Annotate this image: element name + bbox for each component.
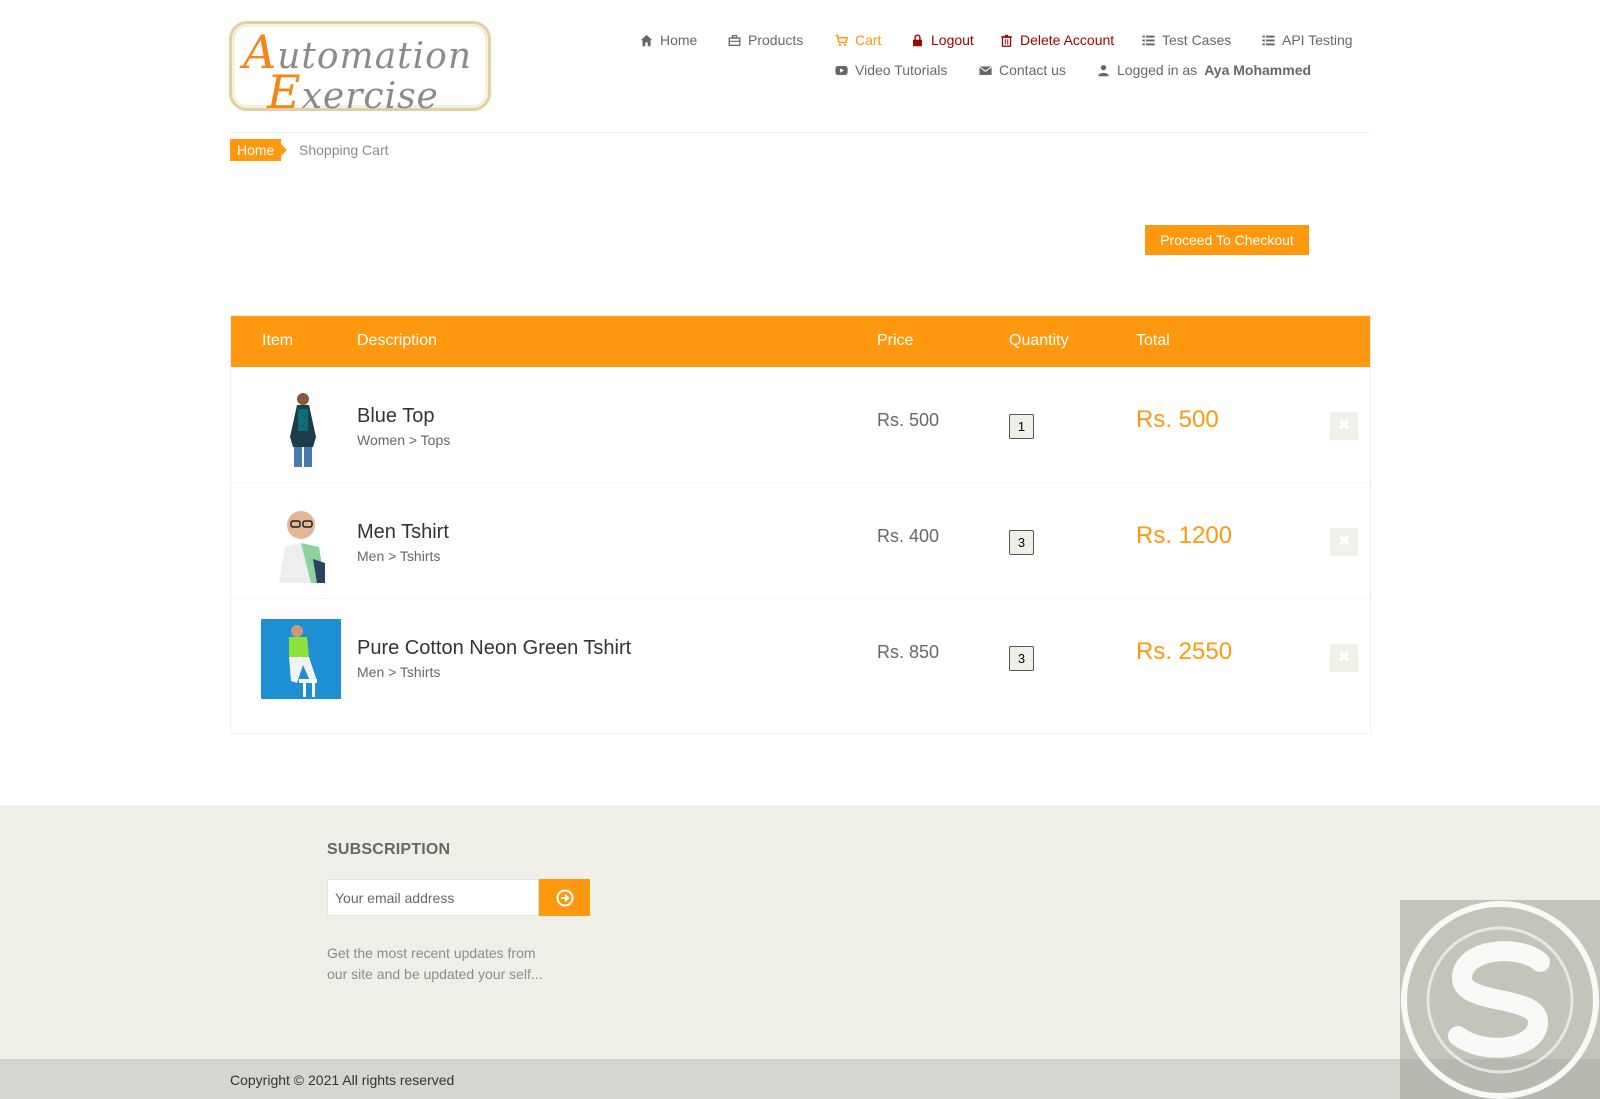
nav-video-tutorials[interactable]: Video Tutorials (835, 62, 947, 78)
product-category: Men > Tshirts (357, 548, 441, 564)
breadcrumb-home[interactable]: Home (230, 139, 288, 161)
trash-icon (1001, 34, 1012, 47)
nav-products[interactable]: Products (728, 32, 803, 48)
cart-table: Item Description Price Quantity Total Bl… (230, 315, 1371, 734)
product-image-blue-top[interactable] (261, 387, 341, 467)
product-quantity: 3 (1009, 530, 1034, 555)
logo-line-2: Exercise (267, 65, 439, 119)
list-icon (1262, 35, 1275, 45)
site-logo[interactable]: Automation Exercise (229, 21, 491, 119)
watermark-logo-icon (1401, 901, 1599, 1099)
product-category: Men > Tshirts (357, 664, 441, 680)
products-icon (728, 34, 741, 46)
header-description: Description (357, 332, 438, 349)
product-photo (261, 387, 341, 467)
nav-home[interactable]: Home (640, 32, 697, 48)
cart-row: Blue Top Women > Tops Rs. 500 1 Rs. 500 … (231, 367, 1370, 483)
x-icon: ✖ (1337, 649, 1351, 666)
product-name[interactable]: Pure Cotton Neon Green Tshirt (357, 637, 631, 660)
copyright-text: Copyright © 2021 All rights reserved (230, 1072, 455, 1088)
list-icon (1142, 35, 1155, 45)
x-icon: ✖ (1337, 417, 1351, 434)
delete-item-button[interactable]: ✖ (1330, 412, 1358, 440)
logged-in-username: Aya Mohammed (1204, 62, 1312, 78)
product-price: Rs. 500 (877, 410, 940, 430)
product-total: Rs. 1200 (1136, 522, 1233, 549)
header-divider (229, 132, 1371, 133)
product-total: Rs. 500 (1136, 406, 1219, 433)
product-photo (261, 619, 341, 699)
nav-logout[interactable]: Logout (911, 32, 974, 48)
cart-row: Pure Cotton Neon Green Tshirt Men > Tshi… (231, 599, 1370, 715)
header-item: Item (262, 332, 294, 349)
header-total: Total (1136, 332, 1170, 349)
header-quantity: Quantity (1009, 332, 1069, 349)
product-name[interactable]: Blue Top (357, 405, 434, 428)
subscribe-button[interactable] (539, 879, 590, 916)
subscription-text: Get the most recent updates from our sit… (327, 945, 543, 982)
product-photo (261, 503, 341, 583)
logged-in-status: Logged in as Aya Mohammed (1097, 62, 1311, 78)
arrow-circle-right-icon (556, 889, 573, 906)
nav-test-cases[interactable]: Test Cases (1142, 32, 1231, 48)
product-image-men-tshirt[interactable] (261, 503, 341, 583)
youtube-icon (835, 65, 848, 75)
cart-icon (835, 34, 848, 46)
subscription-email-input[interactable] (327, 879, 539, 916)
overlay-watermark (1400, 900, 1600, 1099)
cart-row: Men Tshirt Men > Tshirts Rs. 400 3 Rs. 1… (231, 483, 1370, 599)
cart-table-header: Item Description Price Quantity Total (231, 316, 1370, 367)
delete-item-button[interactable]: ✖ (1330, 528, 1358, 556)
envelope-icon (979, 65, 992, 75)
product-price: Rs. 850 (877, 642, 940, 662)
x-icon: ✖ (1337, 533, 1351, 550)
nav-api-testing[interactable]: API Testing (1262, 32, 1353, 48)
copyright-bar: Copyright © 2021 All rights reserved (0, 1059, 1600, 1099)
delete-item-button[interactable]: ✖ (1330, 644, 1358, 672)
nav-contact-us[interactable]: Contact us (979, 62, 1066, 78)
product-total: Rs. 2550 (1136, 638, 1233, 665)
home-icon (640, 34, 653, 46)
subscription-title: SUBSCRIPTION (327, 841, 451, 858)
footer: SUBSCRIPTION Get the most recent updates… (0, 805, 1600, 1099)
product-category: Women > Tops (357, 432, 451, 448)
user-icon (1098, 64, 1109, 76)
product-name[interactable]: Men Tshirt (357, 521, 449, 544)
product-quantity: 1 (1009, 414, 1034, 439)
proceed-to-checkout-button[interactable]: Proceed To Checkout (1145, 225, 1309, 255)
product-quantity: 3 (1009, 646, 1034, 671)
lock-icon (913, 34, 922, 46)
product-image-neon-green-tshirt[interactable] (261, 619, 341, 699)
breadcrumb-current: Shopping Cart (299, 142, 389, 158)
nav-cart[interactable]: Cart (835, 32, 881, 48)
header-price: Price (877, 332, 914, 349)
nav-delete-account[interactable]: Delete Account (1000, 32, 1114, 48)
product-price: Rs. 400 (877, 526, 940, 546)
